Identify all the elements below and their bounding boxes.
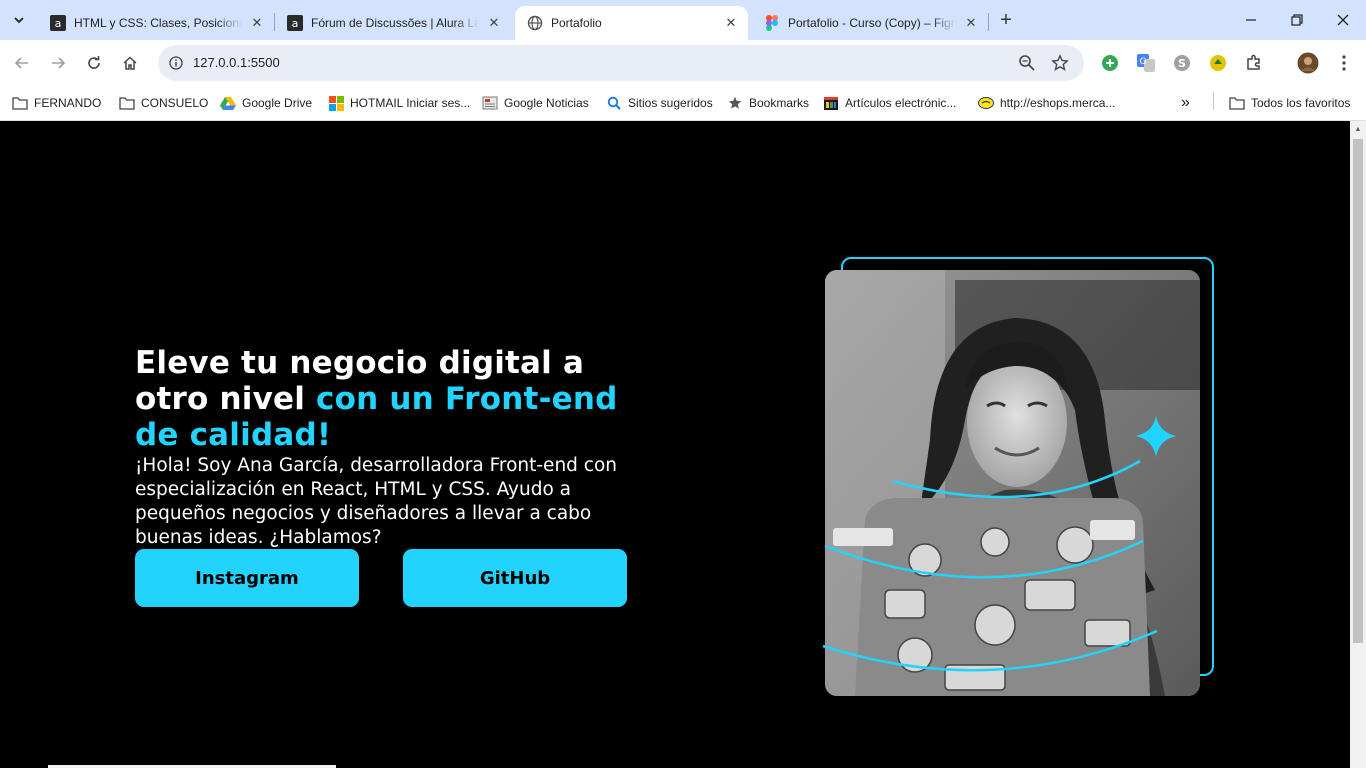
close-icon[interactable]: ✕ bbox=[962, 14, 980, 32]
zoom-icon[interactable] bbox=[1018, 54, 1036, 77]
windows-icon bbox=[328, 95, 344, 111]
bookmark-label: Sitios sugeridos bbox=[628, 96, 713, 110]
tab-portafolio[interactable]: Portafolio ✕ bbox=[515, 6, 748, 40]
bookmark-label: Google Drive bbox=[242, 96, 313, 110]
bookmark-label: Google Noticias bbox=[504, 96, 589, 110]
svg-text:a: a bbox=[55, 17, 62, 30]
scroll-thumb[interactable] bbox=[1353, 139, 1363, 643]
address-bar[interactable]: 127.0.0.1:5500 bbox=[158, 45, 1084, 81]
close-icon[interactable]: ✕ bbox=[485, 14, 503, 32]
reload-button[interactable] bbox=[82, 51, 106, 75]
folder-icon bbox=[119, 95, 135, 111]
tab-title: Fórum de Discussões | Alura Latam bbox=[311, 16, 479, 30]
shop-icon bbox=[823, 95, 839, 111]
globe-icon bbox=[527, 15, 543, 31]
bookmark-label: Bookmarks bbox=[749, 96, 810, 110]
bookmark-articulos[interactable]: Artículos electrónic... bbox=[823, 92, 956, 114]
bookmark-google-drive[interactable]: Google Drive bbox=[220, 92, 312, 114]
google-translate-icon[interactable]: G bbox=[1136, 53, 1156, 73]
bookmark-label: Artículos electrónic... bbox=[845, 96, 957, 110]
url-text[interactable]: 127.0.0.1:5500 bbox=[193, 55, 280, 70]
bookmarks-bar: FERNANDO CONSUELO Google Drive HOTMAIL I… bbox=[0, 86, 1366, 121]
bookmarks-overflow-chevron-icon[interactable]: » bbox=[1181, 92, 1190, 114]
reload-icon bbox=[88, 56, 100, 69]
close-icon[interactable]: ✕ bbox=[722, 14, 740, 32]
forward-button[interactable] bbox=[46, 51, 70, 75]
page-scrollbar[interactable]: ▲ bbox=[1350, 121, 1366, 768]
bookmark-hotmail[interactable]: HOTMAIL Iniciar ses... bbox=[328, 92, 470, 114]
arrow-right-icon bbox=[52, 57, 66, 69]
drive-icon bbox=[220, 95, 236, 111]
home-icon bbox=[123, 56, 137, 70]
bookmark-bookmarks[interactable]: Bookmarks bbox=[727, 92, 809, 114]
minimize-icon bbox=[1246, 19, 1256, 21]
bookmarks-separator bbox=[1213, 92, 1214, 110]
news-icon bbox=[482, 95, 498, 111]
folder-icon bbox=[1229, 95, 1245, 111]
search-icon bbox=[606, 95, 622, 111]
bookmark-sitios-sugeridos[interactable]: Sitios sugeridos bbox=[606, 92, 713, 114]
alura-icon: a bbox=[287, 15, 303, 31]
bookmark-fernando[interactable]: FERNANDO bbox=[12, 92, 101, 114]
close-icon[interactable]: ✕ bbox=[248, 14, 266, 32]
all-bookmarks-button[interactable]: Todos los favoritos bbox=[1229, 92, 1350, 114]
tab-title: Portafolio - Curso (Copy) – Figma bbox=[788, 16, 956, 30]
folder-icon bbox=[12, 95, 28, 111]
profile-avatar[interactable] bbox=[1297, 52, 1319, 74]
hero-description: ¡Hola! Soy Ana García, desarrolladora Fr… bbox=[135, 455, 618, 548]
new-tab-button[interactable]: + bbox=[994, 8, 1018, 32]
page-viewport: Eleve tu negocio digital a otro nivel co… bbox=[0, 121, 1350, 768]
star-icon bbox=[727, 95, 743, 111]
kebab-menu-icon[interactable] bbox=[1334, 53, 1354, 73]
all-bookmarks-label: Todos los favoritos bbox=[1251, 96, 1351, 110]
tab-alura-forum[interactable]: a Fórum de Discussões | Alura Latam ✕ bbox=[275, 6, 511, 40]
browser-toolbar: 127.0.0.1:5500 G S bbox=[0, 40, 1366, 86]
tab-alura-html[interactable]: a HTML y CSS: Clases, Posicionamiento ✕ bbox=[38, 6, 274, 40]
skype-icon[interactable]: S bbox=[1172, 53, 1192, 73]
close-window-button[interactable] bbox=[1320, 0, 1366, 40]
mercadolibre-icon bbox=[978, 95, 994, 111]
figma-icon bbox=[764, 15, 780, 31]
extension-plus-icon[interactable] bbox=[1100, 53, 1120, 73]
restore-icon bbox=[1291, 14, 1303, 26]
tab-search-button[interactable] bbox=[6, 7, 32, 33]
bookmark-google-noticias[interactable]: Google Noticias bbox=[482, 92, 589, 114]
bookmark-consuelo[interactable]: CONSUELO bbox=[119, 92, 208, 114]
alura-icon: a bbox=[50, 15, 66, 31]
arrow-left-icon bbox=[14, 57, 28, 69]
instagram-button[interactable]: Instagram bbox=[135, 549, 359, 607]
tab-figma[interactable]: Portafolio - Curso (Copy) – Figma ✕ bbox=[752, 6, 988, 40]
scroll-up-arrow-icon[interactable]: ▲ bbox=[1350, 121, 1366, 137]
tab-title: HTML y CSS: Clases, Posicionamiento bbox=[74, 16, 242, 30]
bookmark-star-icon[interactable] bbox=[1051, 54, 1069, 77]
site-info-icon[interactable] bbox=[164, 51, 188, 75]
svg-text:a: a bbox=[292, 17, 299, 30]
chevron-down-icon bbox=[14, 17, 24, 24]
decorative-orbit-lines bbox=[822, 416, 1176, 672]
bookmark-label: HOTMAIL Iniciar ses... bbox=[350, 96, 471, 110]
bookmark-label: FERNANDO bbox=[34, 96, 102, 110]
tab-separator bbox=[988, 13, 989, 31]
extension-yellow-icon[interactable] bbox=[1208, 53, 1228, 73]
github-button[interactable]: GitHub bbox=[403, 549, 627, 607]
restore-button[interactable] bbox=[1274, 0, 1320, 40]
tab-strip: a HTML y CSS: Clases, Posicionamiento ✕ … bbox=[0, 0, 1366, 40]
bookmark-eshops[interactable]: http://eshops.merca... bbox=[978, 92, 1115, 114]
back-button[interactable] bbox=[10, 51, 34, 75]
minimize-button[interactable] bbox=[1228, 0, 1274, 40]
bookmark-label: http://eshops.merca... bbox=[1000, 96, 1116, 110]
home-button[interactable] bbox=[118, 51, 142, 75]
bookmark-label: CONSUELO bbox=[141, 96, 209, 110]
hero-title: Eleve tu negocio digital a otro nivel co… bbox=[135, 345, 655, 453]
close-icon bbox=[1337, 14, 1349, 26]
sparkle-star-icon bbox=[1136, 416, 1176, 457]
svg-text:S: S bbox=[1178, 57, 1186, 70]
tab-title: Portafolio bbox=[551, 16, 602, 30]
svg-text:G: G bbox=[1140, 57, 1147, 67]
extensions-puzzle-icon[interactable] bbox=[1244, 53, 1264, 73]
